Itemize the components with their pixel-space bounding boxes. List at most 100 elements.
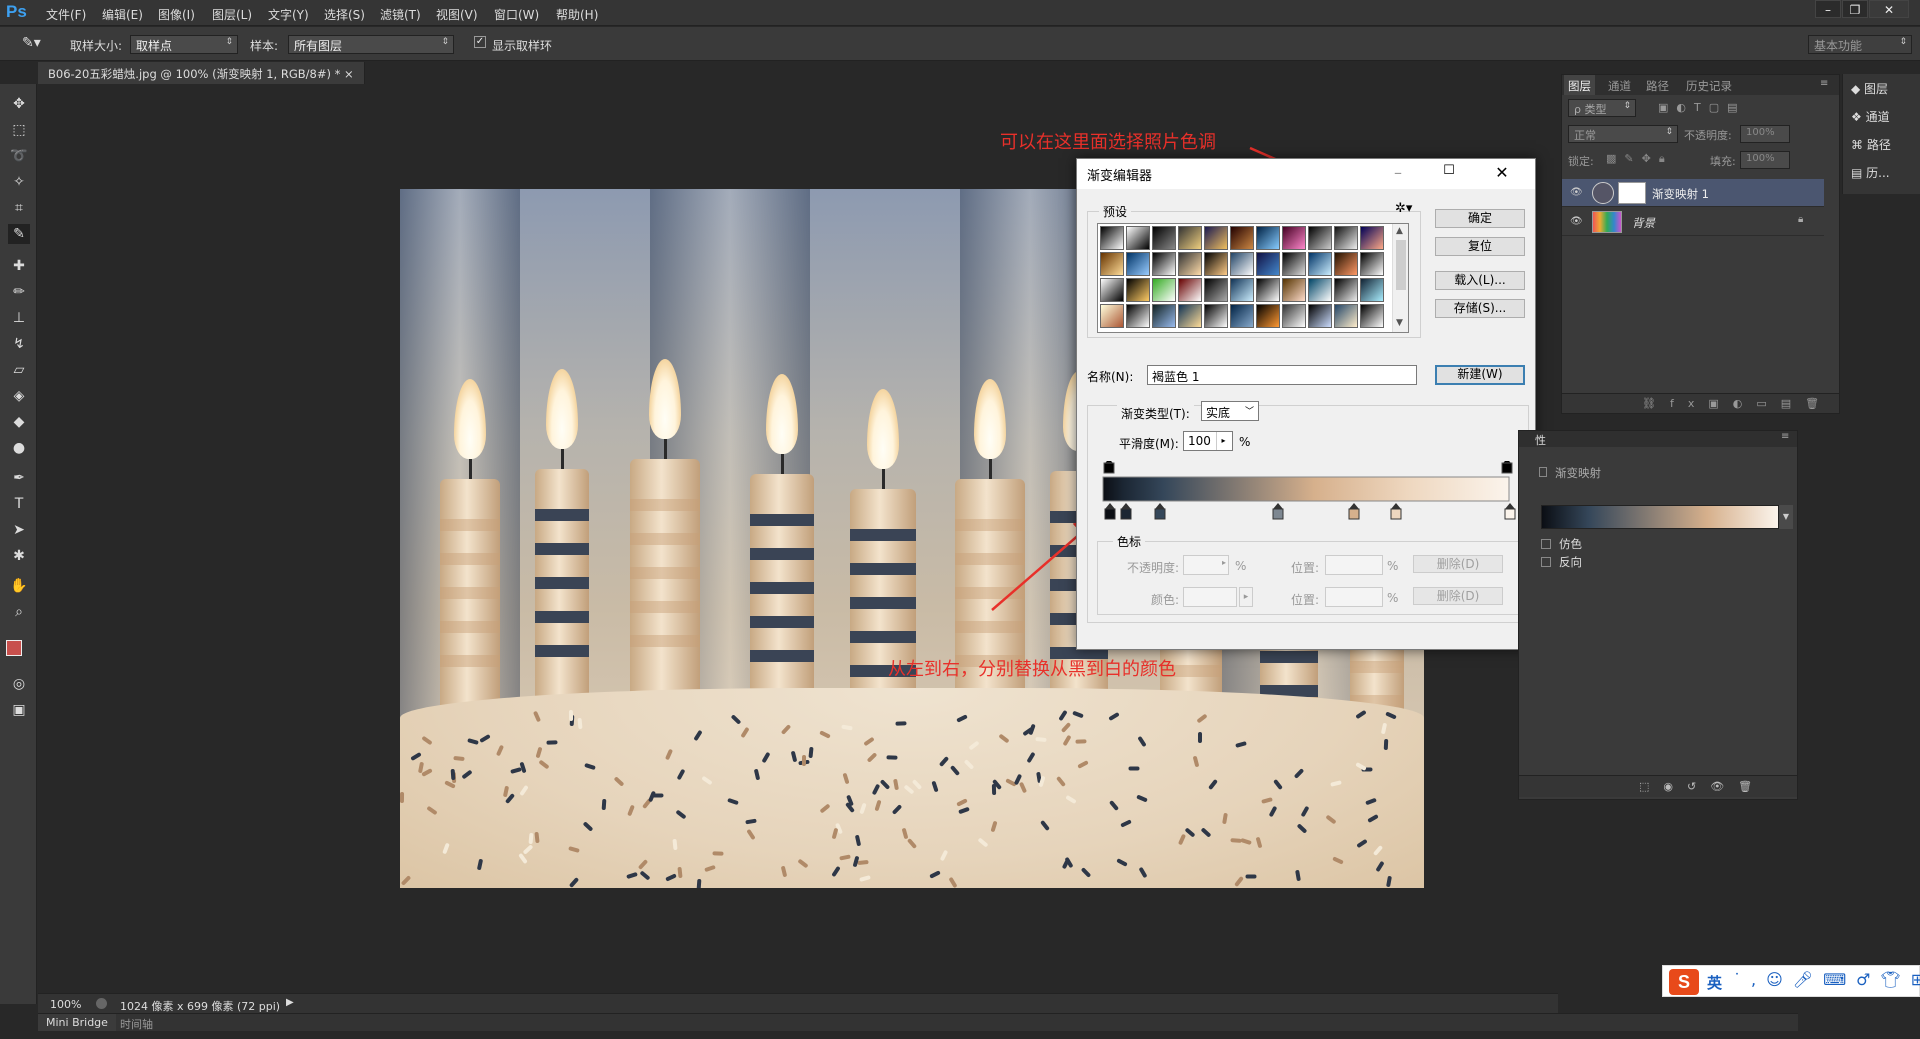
brush-tool-icon[interactable]: ✏ [8,282,30,302]
preset-swatch[interactable] [1152,278,1176,302]
opacity-position-input[interactable] [1325,555,1383,575]
color-menu-icon[interactable]: ▸ [1239,587,1253,607]
ime-tool-icons[interactable]: ˙,☺🎤︎⌨︎♂︎👕︎⊞ [1733,970,1920,989]
preset-swatch[interactable] [1360,226,1384,250]
filter-icons[interactable]: ▣◐T▢▤ [1658,101,1746,114]
save-button[interactable]: 存储(S)... [1435,299,1525,318]
preset-swatch[interactable] [1308,252,1332,276]
layer-opacity-input[interactable]: 100% [1740,125,1790,143]
preset-swatch[interactable] [1204,252,1228,276]
dock-channels[interactable]: ❖ 通道 [1851,108,1917,134]
document-tab[interactable]: B06-20五彩蜡烛.jpg @ 100% (渐变映射 1, RGB/8#) *… [38,62,365,84]
preset-swatch[interactable] [1178,304,1202,328]
blur-tool-icon[interactable]: ◆ [8,412,30,432]
menu-help[interactable]: 帮助(H) [556,6,598,23]
preset-swatch[interactable] [1152,226,1176,250]
name-input[interactable]: 褐蓝色 1 [1147,365,1417,385]
preset-swatch[interactable] [1334,304,1358,328]
color-swatch-input[interactable] [1183,587,1237,607]
eraser-tool-icon[interactable]: ▱ [8,360,30,380]
gradient-ramp[interactable] [1101,461,1521,521]
preset-swatch[interactable] [1282,252,1306,276]
preset-swatch[interactable] [1256,278,1280,302]
hand-tool-icon[interactable]: ✋ [8,576,30,596]
scroll-up-icon[interactable]: ▲ [1396,226,1403,236]
preset-swatch[interactable] [1334,278,1358,302]
properties-gradient-preview[interactable] [1541,505,1779,529]
preset-swatch[interactable] [1256,252,1280,276]
tab-mini-bridge[interactable]: Mini Bridge [38,1014,116,1031]
layer-row-background[interactable]: 👁︎ 背景 🔒︎ [1562,208,1824,236]
preset-swatch[interactable] [1178,278,1202,302]
preset-swatch[interactable] [1178,226,1202,250]
preset-swatch[interactable] [1360,304,1384,328]
preset-swatch[interactable] [1178,252,1202,276]
crop-tool-icon[interactable]: ⌗ [8,198,30,218]
new-button[interactable]: 新建(W) [1435,365,1525,385]
preset-swatch[interactable] [1152,252,1176,276]
stamp-tool-icon[interactable]: ⊥ [8,308,30,328]
menu-view[interactable]: 视图(V) [436,6,478,23]
delete-color-button[interactable]: 删除(D) [1413,587,1503,605]
reset-button[interactable]: 复位 [1435,237,1525,256]
color-position-input[interactable] [1325,587,1383,607]
preset-swatch[interactable] [1230,304,1254,328]
preset-swatch[interactable] [1334,252,1358,276]
color-stop[interactable] [1504,503,1516,520]
scroll-thumb[interactable] [1396,240,1406,290]
quick-select-tool-icon[interactable]: ✧ [8,172,30,192]
sample-select[interactable]: 所有图层 ⇕ [288,35,454,54]
menu-filter[interactable]: 滤镜(T) [380,6,421,23]
load-button[interactable]: 载入(L)... [1435,271,1525,290]
marquee-tool-icon[interactable]: ⬚ [8,120,30,140]
scroll-down-icon[interactable]: ▼ [1396,318,1403,328]
menu-layer[interactable]: 图层(L) [212,6,252,23]
visibility-eye-icon[interactable]: 👁︎ [1570,187,1583,199]
lasso-tool-icon[interactable]: ➰ [8,146,30,166]
tab-channels[interactable]: 通道 [1604,75,1635,95]
move-tool-icon[interactable]: ✥ [8,94,30,114]
foreground-color-swatch[interactable] [6,640,22,656]
blend-mode-select[interactable]: 正常 ⇕ [1568,125,1678,143]
show-ring-checkbox[interactable]: ✓ [474,36,486,48]
type-select[interactable]: 实底 ﹀ [1201,401,1259,421]
color-stop[interactable] [1348,503,1360,520]
dither-checkbox[interactable] [1541,539,1551,549]
status-menu-icon[interactable]: ▶ [286,997,294,1008]
status-icon[interactable] [96,998,107,1009]
screen-mode-icon[interactable]: ▣ [8,700,30,720]
preset-swatch[interactable] [1256,226,1280,250]
dodge-tool-icon[interactable]: ● [8,438,30,458]
panel-menu-icon[interactable]: ≡ [1781,431,1789,442]
tab-history[interactable]: 历史记录 [1682,75,1736,95]
preset-scrollbar[interactable]: ▲ ▼ [1392,224,1408,332]
preset-swatch[interactable] [1282,226,1306,250]
dialog-minimize-icon[interactable]: – [1387,163,1409,185]
sogou-logo-icon[interactable]: S [1669,969,1699,995]
panel-menu-icon[interactable]: ≡ [1820,78,1828,89]
gear-icon[interactable]: ✲▾ [1395,201,1412,216]
dock-paths[interactable]: ⌘ 路径 [1851,136,1917,162]
properties-action-icons[interactable]: ⬚◉↺👁︎🗑︎ [1639,780,1766,793]
preset-swatch[interactable] [1334,226,1358,250]
preset-swatch[interactable] [1126,304,1150,328]
history-brush-icon[interactable]: ↯ [8,334,30,354]
preset-swatch[interactable] [1230,226,1254,250]
preset-swatch[interactable] [1282,278,1306,302]
ime-language[interactable]: 英 [1707,972,1722,993]
menu-image[interactable]: 图像(I) [158,6,195,23]
layer-filter-select[interactable]: ρ 类型 ⇕ [1568,99,1636,117]
dialog-maximize-icon[interactable]: ☐ [1438,163,1460,185]
reverse-checkbox[interactable] [1541,557,1551,567]
tab-paths[interactable]: 路径 [1642,75,1673,95]
preset-swatch[interactable] [1100,304,1124,328]
preset-swatch[interactable] [1282,304,1306,328]
preset-swatch[interactable] [1308,278,1332,302]
opacity-stop-right[interactable] [1501,461,1513,474]
close-tab-icon[interactable]: × [344,67,354,81]
menu-type[interactable]: 文字(Y) [268,6,309,23]
paint-bucket-icon[interactable]: ◈ [8,386,30,406]
preset-swatch[interactable] [1204,278,1228,302]
healing-tool-icon[interactable]: ✚ [8,256,30,276]
eyedropper-icon[interactable]: ✎▾ [22,35,41,51]
